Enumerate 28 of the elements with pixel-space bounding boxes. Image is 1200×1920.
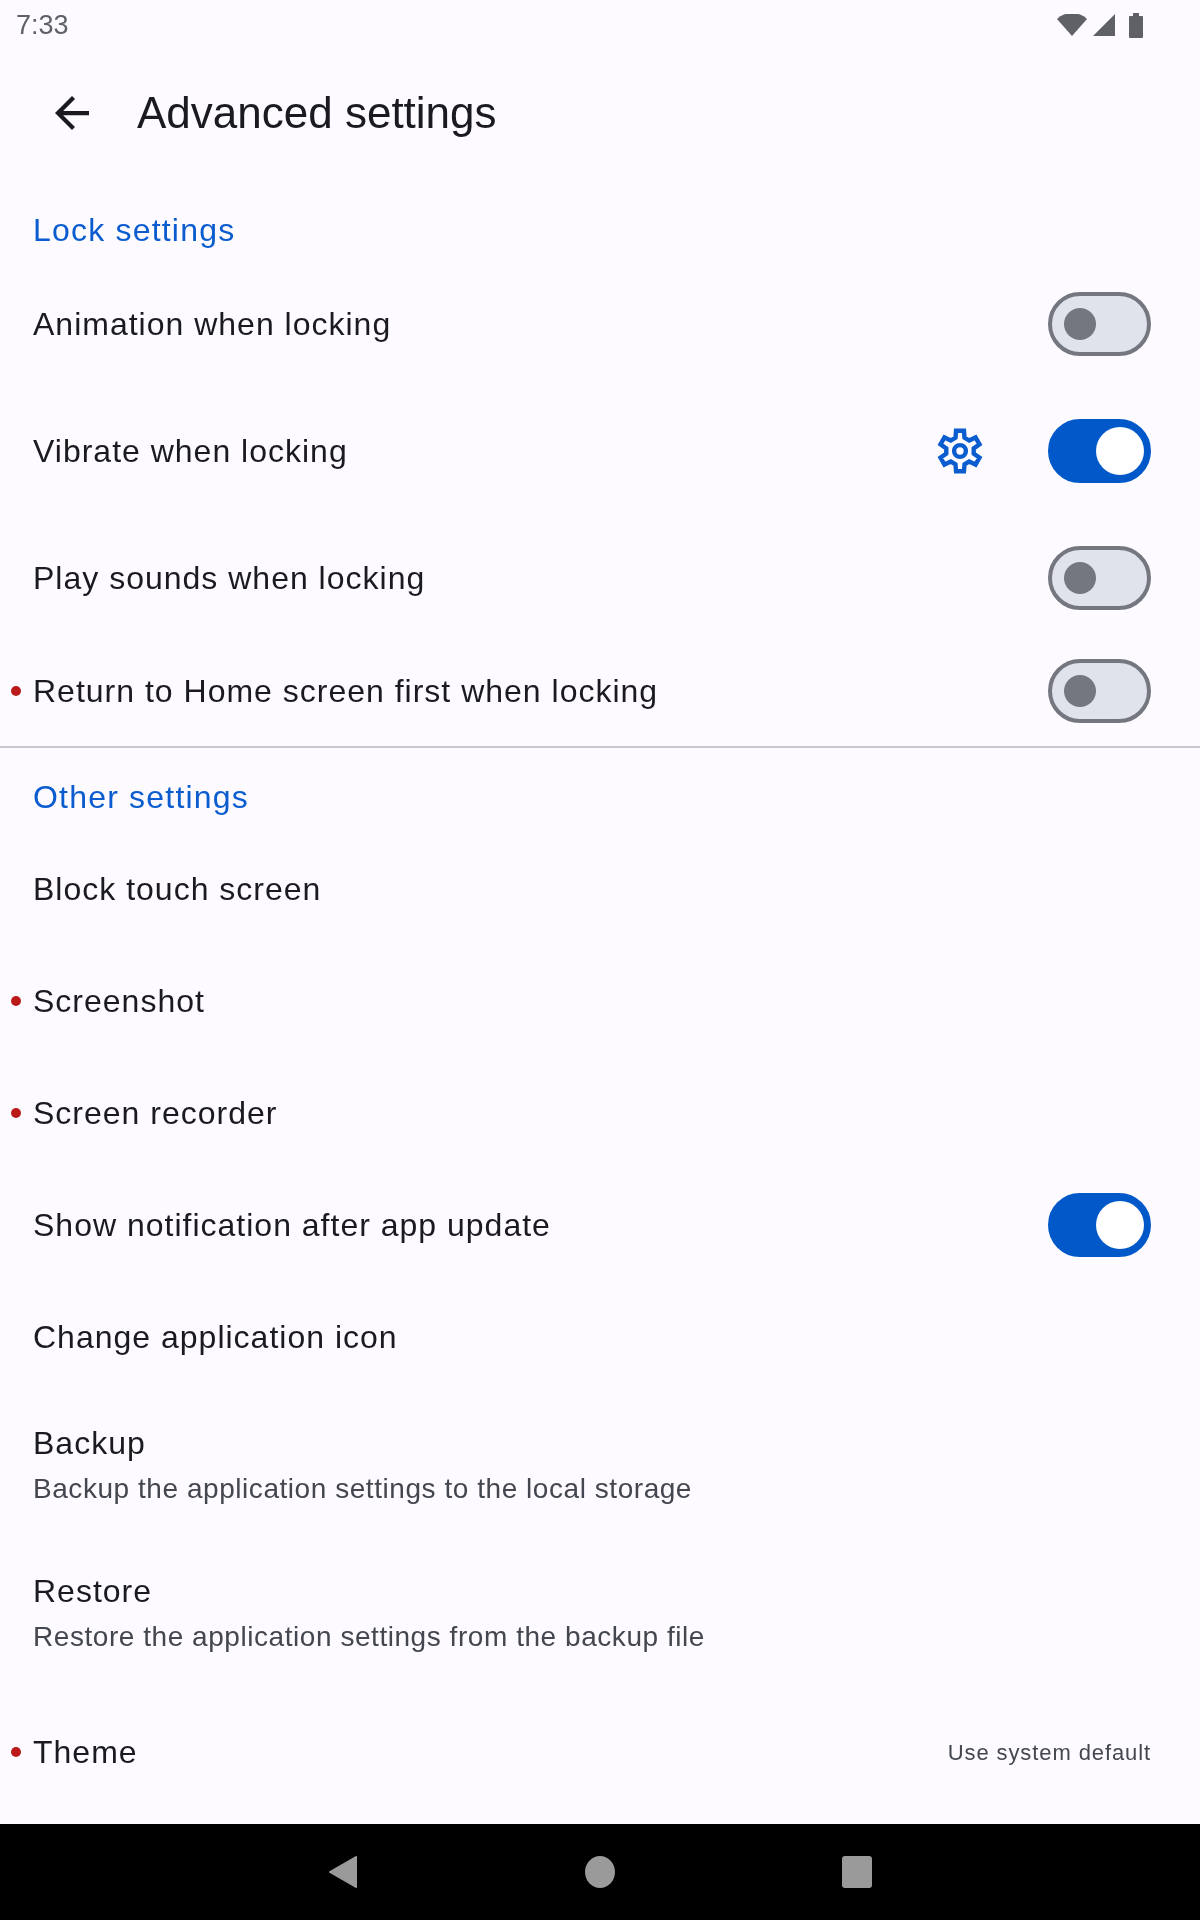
setting-title: Vibrate when locking [33,432,349,469]
setting-title: Block touch screen [33,871,323,907]
wifi-icon [1057,14,1087,36]
setting-title: Screenshot [33,983,206,1019]
back-icon[interactable] [328,1856,358,1888]
setting-title: Animation when locking [33,305,393,342]
setting-title: Restore [33,1573,154,1609]
toggle-switch[interactable] [1048,659,1151,723]
setting-title: Backup [33,1425,147,1461]
setting-description: Backup the application settings to the local storage [33,1473,693,1505]
battery-icon [1129,12,1143,38]
back-arrow-icon[interactable] [55,96,89,130]
setting-title: Theme [33,1734,139,1770]
setting-title: Play sounds when locking [33,559,427,596]
home-icon[interactable] [585,1856,615,1888]
setting-title: Change application icon [33,1319,399,1355]
setting-value: Use system default [947,1738,1151,1767]
status-time: 7:33 [16,9,69,41]
setting-title: Return to Home screen first when locking [33,673,660,709]
toggle-switch[interactable] [1048,1193,1151,1257]
section-header: Other settings [32,778,250,817]
settings-icon[interactable] [937,427,983,474]
setting-description: Restore the application settings from the backup file [33,1621,706,1653]
signal-icon [1093,14,1115,36]
section-header: Lock settings [32,211,237,250]
setting-title: Show notification after app update [33,1207,552,1243]
setting-title: Screen recorder [33,1095,279,1131]
page-title: Advanced settings [137,87,497,139]
